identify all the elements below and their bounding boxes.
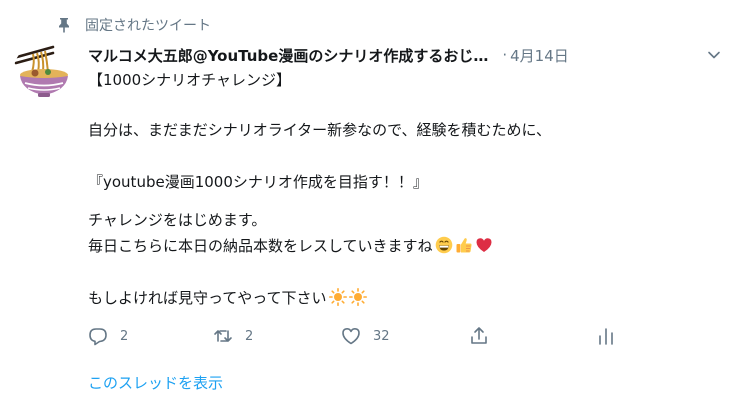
header-separator: · (502, 46, 508, 64)
share-button[interactable] (469, 324, 501, 348)
tweet-line-with-emoji: 毎日こちらに本日の納品本数をレスしていきますね (88, 236, 493, 256)
tweet-header: マルコメ大五郎@YouTube漫画のシナリオ作成するおじ… · 4月14日 (88, 43, 724, 67)
analytics-button[interactable] (596, 324, 628, 348)
tweet-line-text: 毎日こちらに本日の納品本数をレスしていきますね (88, 237, 433, 255)
sun-icon (328, 288, 347, 306)
tweet-actions: 2 2 32 (88, 324, 628, 348)
retweet-count: 2 (245, 328, 254, 344)
red-heart-icon (476, 238, 492, 252)
like-button[interactable]: 32 (341, 324, 390, 348)
like-count: 32 (373, 328, 390, 344)
pin-icon (59, 18, 69, 33)
chevron-down-icon[interactable] (706, 47, 722, 63)
tweet-date-link[interactable]: 4月14日 (510, 45, 569, 66)
grinning-face-icon (435, 236, 452, 254)
reply-icon (89, 328, 107, 346)
tweet-line-with-emoji: もしよければ見守ってやって下さい (88, 288, 367, 308)
ramen-bowl-avatar-image (13, 42, 75, 104)
analytics-icon (599, 328, 613, 345)
sun-icon (348, 288, 367, 306)
pinned-tweet-indicator: 固定されたツイート (57, 14, 211, 36)
pinned-label: 固定されたツイート (85, 18, 211, 34)
retweet-button[interactable]: 2 (213, 324, 253, 348)
tweet-line: 自分は、まだまだシナリオライター新参なので、経験を積むために、 (88, 121, 552, 139)
share-icon (471, 327, 487, 344)
thumbs-up-icon (456, 238, 472, 253)
retweet-icon (214, 330, 232, 342)
heart-icon (342, 328, 360, 345)
show-thread-link[interactable]: このスレッドを表示 (88, 372, 223, 393)
avatar[interactable] (13, 42, 75, 104)
tweet-line: チャレンジをはじめます。 (88, 211, 267, 229)
reply-count: 2 (120, 328, 129, 344)
display-name[interactable]: マルコメ大五郎@YouTube漫画のシナリオ作成するおじ… (88, 45, 488, 66)
reply-button[interactable]: 2 (88, 324, 128, 348)
tweet-line-text: もしよければ見守ってやって下さい (88, 289, 327, 307)
tweet-title-line: 【1000シナリオチャレンジ】 (88, 71, 292, 89)
tweet-line: 『youtube漫画1000シナリオ作成を目指す！！』 (88, 173, 428, 191)
